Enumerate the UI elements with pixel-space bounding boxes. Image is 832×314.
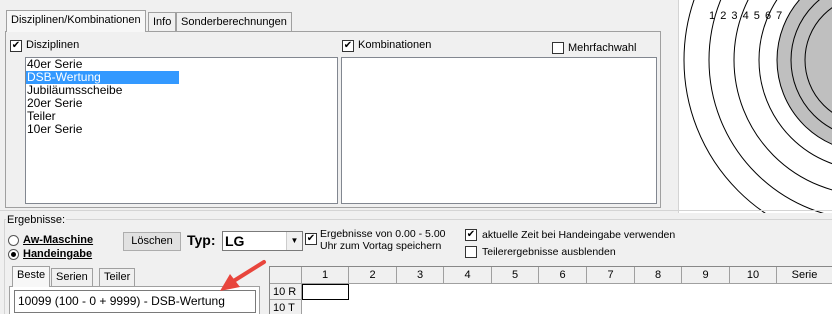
target-graphic: 1 2 3 4 5 6 7 [678,0,832,213]
typ-select[interactable]: LG ▼ [222,231,303,251]
grid-column-header: 9 [682,267,730,284]
aktuelle-zeit-checkbox[interactable]: ✔ [465,229,477,241]
radio-aw-maschine-label: Aw-Maschine [23,234,94,246]
grid-column-header: 10 [730,267,777,284]
subtab-label: Beste [17,269,46,281]
mehrfachwahl-checkbox[interactable] [552,42,564,54]
ring-number: 7 [776,10,784,22]
grid-column-header: 6 [539,267,587,284]
grid-column-header: 5 [492,267,539,284]
ring-number: 1 [709,10,717,22]
list-item[interactable]: 10er Serie [26,123,337,136]
grid-column-header: 2 [349,267,397,284]
disziplinen-checkbox[interactable]: ✔ [10,40,22,52]
ring-number: 6 [764,10,773,22]
ring-number: 2 [720,10,728,22]
tab-disziplinen-kombinationen[interactable]: Disziplinen/Kombinationen [6,10,146,32]
tab-label: Sonderberechnungen [181,16,287,28]
subtab-label: Serien [56,271,88,283]
aktuelle-zeit-label: aktuelle Zeit bei Handeingabe verwenden [482,229,676,241]
disziplinen-label: Disziplinen [26,39,80,51]
target-rings [683,0,832,213]
loeschen-button[interactable]: Löschen [123,232,181,251]
list-item[interactable]: 20er Serie [26,97,337,110]
tab-info[interactable]: Info [148,12,177,31]
disziplinen-list[interactable]: 40er Serie DSB-Wertung Jubiläumsscheibe … [25,57,338,204]
teiler-checkbox[interactable] [465,246,477,258]
grid-column-header: 8 [635,267,682,284]
section-divider [0,210,832,211]
subtab-beste[interactable]: Beste [12,266,51,287]
range-label-line2: Uhr zum Vortag speichern [320,240,442,252]
ring-number: 3 [731,10,739,22]
grid-column-header: 7 [587,267,635,284]
typ-select-value: LG [225,233,245,249]
arrow-shaft [230,260,266,284]
mehrfachwahl-label: Mehrfachwahl [568,42,637,54]
grid-row-header: 10 T [270,300,302,314]
subtab-serien[interactable]: Serien [51,268,93,286]
tab-label: Disziplinen/Kombinationen [11,14,141,26]
radio-handeingabe[interactable] [8,249,19,260]
chevron-down-icon[interactable]: ▼ [286,232,302,250]
kombinationen-label: Kombinationen [358,39,432,51]
tab-label: Info [153,16,172,28]
range-label: Ergebnisse von 0.00 - 5.00 [320,228,446,240]
results-grid[interactable]: 1 2 3 4 5 6 7 8 9 10 Serie 10 R 10 T [269,266,832,314]
teiler-label: Teilerergebnisse ausblenden [482,246,616,258]
grid-column-header: Serie [777,267,832,284]
kombinationen-list[interactable] [341,57,657,204]
annotation-arrow [220,260,266,291]
tab-sonderberechnungen[interactable]: Sonderberechnungen [176,12,292,31]
kombinationen-checkbox[interactable]: ✔ [342,40,354,52]
grid-column-header: 4 [444,267,492,284]
radio-aw-maschine[interactable] [8,235,19,246]
subtab-label: Teiler [104,271,131,283]
grid-column-header: 1 [302,267,349,284]
typ-label: Typ: [187,232,216,248]
grid-row-header: 10 R [270,284,302,300]
ring-number: 4 [742,10,750,22]
subtab-teiler[interactable]: Teiler [99,268,136,286]
ring-number: 5 [753,10,761,22]
radio-handeingabe-label: Handeingabe [23,248,93,260]
ergebnisse-group-label: Ergebnisse: [6,214,67,226]
grid-cell-active[interactable] [302,284,349,300]
ring-numbers: 1 2 3 4 5 6 7 [709,10,783,22]
grid-corner [270,267,302,284]
grid-column-header: 3 [397,267,444,284]
range-checkbox[interactable]: ✔ [305,233,317,245]
